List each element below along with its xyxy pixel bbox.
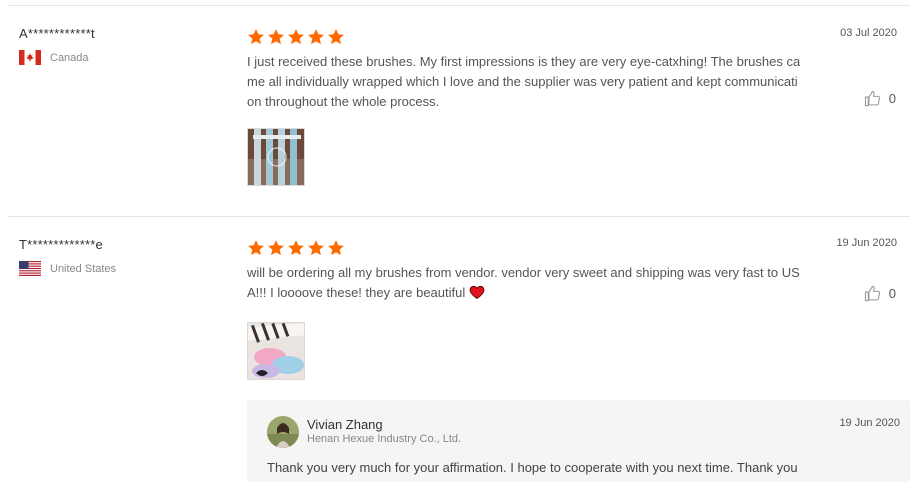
review-text: I just received these brushes. My first … [247, 54, 801, 109]
seller-name: Vivian Zhang [307, 417, 383, 432]
helpful-count: 0 [888, 91, 896, 106]
reply-date: 19 Jun 2020 [839, 417, 900, 429]
brush-photo-icon [248, 129, 304, 185]
star-rating [247, 239, 807, 259]
canada-flag-icon [19, 50, 41, 65]
review-photo-thumbnail[interactable] [247, 128, 305, 186]
brush-photo-icon [248, 323, 304, 379]
star-icon [268, 240, 284, 256]
thumbs-up-icon [864, 285, 880, 302]
reviewer-info: T*************e United States [19, 237, 219, 276]
review-date: 19 Jun 2020 [836, 237, 897, 249]
divider [8, 5, 910, 6]
reviewer-name: A************t [19, 26, 95, 41]
divider [8, 216, 910, 217]
star-icon [288, 29, 304, 45]
country-name: Canada [50, 51, 89, 64]
reviewer-info: A************t Canada [19, 26, 219, 65]
star-icon [328, 240, 344, 256]
helpful-count: 0 [888, 286, 896, 301]
united-states-flag-icon [19, 261, 41, 276]
helpful-button[interactable]: 0 [864, 90, 896, 107]
review-text-block: will be ordering all my brushes from ven… [247, 263, 803, 303]
star-rating [247, 28, 807, 48]
reviewer-country: Canada [19, 50, 219, 65]
star-icon [248, 240, 264, 256]
heart-emoji-icon [469, 285, 485, 299]
review-photo-thumbnail[interactable] [247, 322, 305, 380]
reviewer-country: United States [19, 261, 219, 276]
star-icon [288, 240, 304, 256]
star-icon [248, 29, 264, 45]
reply-text: Thank you very much for your affirmation… [267, 460, 798, 475]
country-name: United States [50, 262, 117, 275]
reviewer-name: T*************e [19, 237, 103, 252]
helpful-button[interactable]: 0 [864, 285, 896, 302]
review-text: will be ordering all my brushes from ven… [247, 265, 800, 300]
star-icon [308, 240, 324, 256]
seller-company: Henan Hexue Industry Co., Ltd. [307, 433, 462, 445]
seller-reply: Vivian Zhang Henan Hexue Industry Co., L… [247, 400, 910, 482]
thumbs-up-icon [864, 90, 880, 107]
star-icon [328, 29, 344, 45]
star-icon [268, 29, 284, 45]
avatar [267, 416, 299, 448]
review-body: I just received these brushes. My first … [247, 28, 807, 112]
review-date: 03 Jul 2020 [840, 27, 897, 39]
star-icon [308, 29, 324, 45]
review-body: will be ordering all my brushes from ven… [247, 239, 807, 303]
